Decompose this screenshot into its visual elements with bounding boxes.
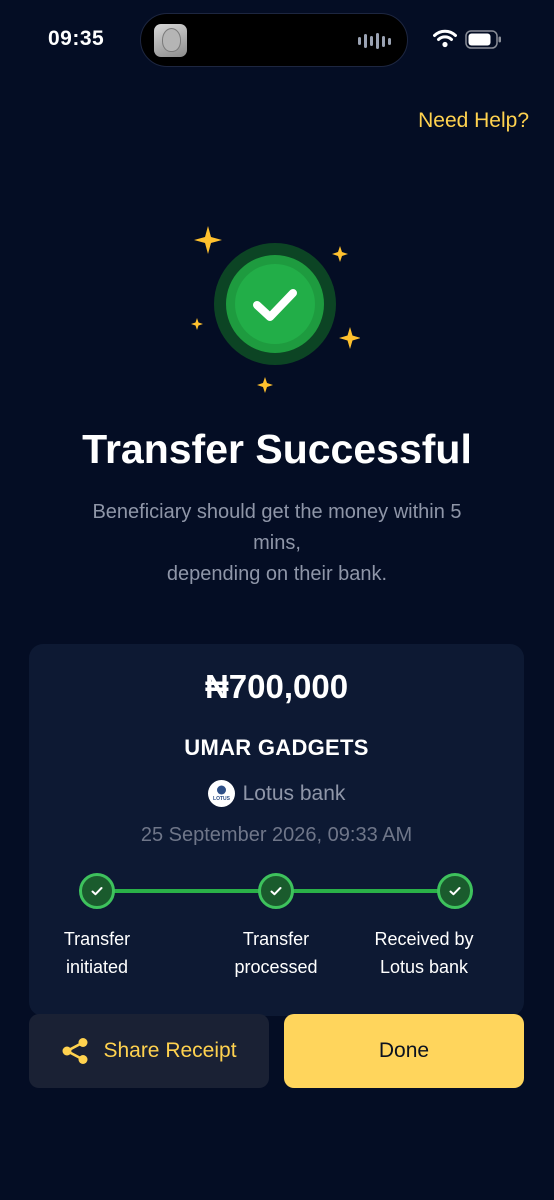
- share-receipt-label: Share Receipt: [103, 1039, 237, 1062]
- step-label-processed: Transfer processed: [234, 929, 318, 977]
- share-icon: [62, 1038, 88, 1064]
- step-label-initiated: Transfer initiated: [63, 929, 131, 977]
- now-playing-avatar: [154, 24, 187, 57]
- transfer-details-card: ₦700,000 UMAR GADGETS LOTUS Lotus bank 2…: [29, 644, 524, 1016]
- battery-icon: [465, 30, 501, 49]
- audio-waveform-icon: [358, 32, 391, 50]
- status-message: Beneficiary should get the money within …: [50, 497, 504, 590]
- step-initiated-indicator: [79, 873, 115, 909]
- transfer-amount: ₦700,000: [204, 668, 349, 705]
- bank-name: Lotus bank: [242, 781, 346, 805]
- sparkle-icon: [194, 226, 222, 254]
- status-message-line: mins,: [253, 532, 301, 554]
- status-bar: 09:35: [0, 0, 554, 80]
- check-icon: [270, 887, 282, 896]
- transfer-datetime: 25 September 2026, 09:33 AM: [140, 824, 413, 846]
- bank-logo: LOTUS: [207, 780, 235, 807]
- wifi-icon: [433, 29, 457, 48]
- status-time: 09:35: [48, 27, 105, 50]
- need-help-link[interactable]: Need Help?: [418, 109, 529, 133]
- status-message-line: Beneficiary should get the money within …: [92, 501, 462, 523]
- check-circle-icon: [191, 226, 360, 393]
- share-receipt-button[interactable]: Share Receipt: [29, 1014, 269, 1088]
- done-button[interactable]: Done: [284, 1014, 524, 1088]
- beneficiary-name: UMAR GADGETS: [184, 735, 369, 760]
- step-processed-indicator: [258, 873, 294, 909]
- status-message-line: depending on their bank.: [166, 563, 388, 585]
- step-label-received: Received by Lotus bank: [374, 929, 474, 977]
- step-received-indicator: [437, 873, 473, 909]
- check-icon: [91, 887, 103, 896]
- page-title: Transfer Successful: [82, 426, 472, 472]
- dynamic-island: [140, 13, 408, 67]
- bank-logo-text: LOTUS: [213, 796, 231, 802]
- check-icon: [449, 887, 461, 896]
- bank-info: LOTUS Lotus bank: [29, 780, 524, 807]
